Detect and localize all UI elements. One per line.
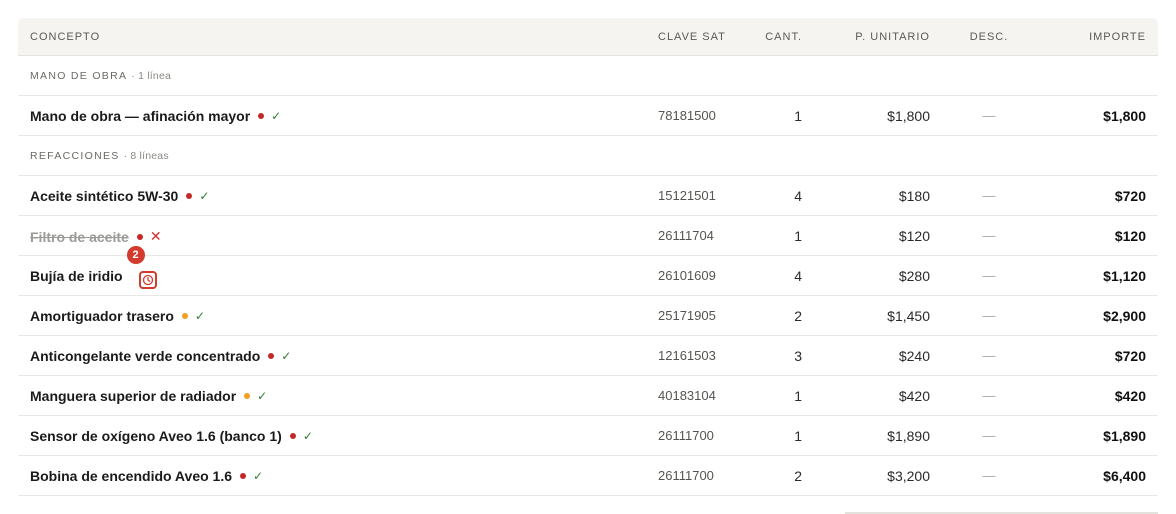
item-name: Filtro de aceite bbox=[30, 229, 129, 245]
status-dot-icon bbox=[268, 353, 275, 359]
descuento: — bbox=[982, 188, 996, 203]
item-name: Aceite sintético 5W-30 bbox=[30, 188, 179, 204]
descuento: — bbox=[982, 108, 996, 123]
precio-unitario: $3,200 bbox=[887, 468, 930, 484]
descuento: — bbox=[982, 348, 996, 363]
col-descuento[interactable]: DESC. bbox=[968, 18, 1010, 56]
group-label: REFACCIONES bbox=[30, 150, 120, 162]
notification-badge: 2 bbox=[126, 246, 145, 264]
check-icon[interactable]: ✓ bbox=[199, 176, 209, 216]
importe: $6,400 bbox=[1103, 468, 1146, 484]
table-row[interactable]: Aceite sintético 5W-30 ✓ 15121501 4 $180 … bbox=[18, 176, 1158, 216]
table-row[interactable]: Bobina de encendido Aveo 1.6 ✓ 26111700 2… bbox=[18, 456, 1158, 496]
status-dot-icon bbox=[186, 193, 193, 199]
table-row[interactable]: Amortiguador trasero ✓ 25171905 2 $1,450 … bbox=[18, 296, 1158, 336]
clave-sat: 26111700 bbox=[658, 428, 714, 443]
precio-unitario: $280 bbox=[898, 268, 930, 284]
cantidad: 1 bbox=[794, 228, 802, 244]
precio-unitario: $1,800 bbox=[887, 108, 930, 124]
importe: $720 bbox=[1114, 348, 1146, 364]
clave-sat: 26111704 bbox=[658, 228, 714, 243]
cantidad: 1 bbox=[794, 428, 802, 444]
quote-lines-table: CONCEPTO CLAVE SAT CANT. P. UNITARIO DES… bbox=[18, 18, 1158, 496]
clave-sat: 40183104 bbox=[658, 388, 716, 403]
cantidad: 2 bbox=[794, 308, 802, 324]
descuento: — bbox=[982, 468, 996, 483]
col-concepto[interactable]: CONCEPTO bbox=[30, 18, 100, 56]
cantidad: 4 bbox=[794, 268, 802, 284]
group-count: · 8 líneas bbox=[123, 150, 169, 162]
importe: $1,800 bbox=[1103, 108, 1146, 124]
importe: $2,900 bbox=[1103, 308, 1146, 324]
group-header-mano-de-obra: MANO DE OBRA · 1 línea bbox=[18, 56, 1158, 96]
descuento: — bbox=[982, 228, 996, 243]
check-icon[interactable]: ✓ bbox=[253, 456, 263, 496]
table-row[interactable]: Sensor de oxígeno Aveo 1.6 (banco 1) ✓ 26… bbox=[18, 416, 1158, 456]
table-row[interactable]: Manguera superior de radiador ✓ 40183104 … bbox=[18, 376, 1158, 416]
status-dot-icon bbox=[289, 433, 296, 439]
status-dot-icon bbox=[244, 393, 251, 399]
table-row[interactable]: Filtro de aceite ✕ 26111704 1 $120 — $120 bbox=[18, 216, 1158, 256]
item-name: Mano de obra — afinación mayor bbox=[30, 108, 251, 124]
precio-unitario: $180 bbox=[898, 188, 930, 204]
table-row[interactable]: Mano de obra — afinación mayor ✓ 78181500… bbox=[18, 96, 1158, 136]
item-name: Amortiguador trasero bbox=[30, 308, 174, 324]
clave-sat: 25171905 bbox=[658, 308, 716, 323]
col-importe[interactable]: IMPORTE bbox=[1018, 18, 1146, 56]
clock-icon bbox=[138, 270, 157, 289]
precio-unitario: $120 bbox=[898, 228, 930, 244]
descuento: — bbox=[982, 308, 996, 323]
group-label: MANO DE OBRA bbox=[30, 70, 128, 82]
check-icon[interactable]: ✓ bbox=[281, 336, 291, 376]
col-cantidad[interactable]: CANT. bbox=[748, 18, 802, 56]
importe: $1,890 bbox=[1103, 428, 1146, 444]
descuento: — bbox=[982, 388, 996, 403]
table-row[interactable]: Anticongelante verde concentrado ✓ 121615… bbox=[18, 336, 1158, 376]
col-clave-sat[interactable]: CLAVE SAT bbox=[658, 18, 728, 56]
col-precio-unitario[interactable]: P. UNITARIO bbox=[818, 18, 930, 56]
status-dot-icon bbox=[136, 234, 143, 240]
clave-sat: 15121501 bbox=[658, 188, 716, 203]
cantidad: 1 bbox=[794, 388, 802, 404]
table-header: CONCEPTO CLAVE SAT CANT. P. UNITARIO DES… bbox=[18, 18, 1158, 56]
clave-sat: 12161503 bbox=[658, 348, 716, 363]
precio-unitario: $1,450 bbox=[887, 308, 930, 324]
clave-sat: 26111700 bbox=[658, 468, 714, 483]
cantidad: 4 bbox=[794, 188, 802, 204]
cantidad: 3 bbox=[794, 348, 802, 364]
cantidad: 2 bbox=[794, 468, 802, 484]
item-name: Bobina de encendido Aveo 1.6 bbox=[30, 468, 233, 484]
cross-icon[interactable]: ✕ bbox=[150, 216, 162, 256]
importe: $420 bbox=[1114, 388, 1146, 404]
descuento: — bbox=[982, 268, 996, 283]
table-row[interactable]: Bujía de iridio 2 26101609 4 $280 — $1,12… bbox=[18, 246, 1158, 296]
cantidad: 1 bbox=[794, 108, 802, 124]
clave-sat: 78181500 bbox=[658, 108, 716, 123]
descuento: — bbox=[982, 428, 996, 443]
check-icon[interactable]: ✓ bbox=[271, 96, 281, 136]
item-name: Anticongelante verde concentrado bbox=[30, 348, 261, 364]
importe: $120 bbox=[1114, 228, 1146, 244]
importe: $720 bbox=[1114, 188, 1146, 204]
clave-sat: 26101609 bbox=[658, 268, 716, 283]
group-count: · 1 línea bbox=[131, 70, 172, 82]
precio-unitario: $240 bbox=[898, 348, 930, 364]
item-name: Sensor de oxígeno Aveo 1.6 (banco 1) bbox=[30, 428, 282, 444]
precio-unitario: $1,890 bbox=[887, 428, 930, 444]
pending-review-button[interactable]: 2 bbox=[126, 246, 157, 300]
item-name: Bujía de iridio bbox=[30, 268, 123, 284]
check-icon[interactable]: ✓ bbox=[303, 416, 313, 456]
status-dot-icon bbox=[181, 313, 188, 319]
status-dot-icon bbox=[240, 473, 247, 479]
check-icon[interactable]: ✓ bbox=[257, 376, 267, 416]
importe: $1,120 bbox=[1103, 268, 1146, 284]
item-name: Manguera superior de radiador bbox=[30, 388, 237, 404]
group-header-refacciones: REFACCIONES · 8 líneas bbox=[18, 136, 1158, 176]
status-dot-icon bbox=[258, 113, 265, 119]
check-icon[interactable]: ✓ bbox=[195, 296, 205, 336]
precio-unitario: $420 bbox=[898, 388, 930, 404]
